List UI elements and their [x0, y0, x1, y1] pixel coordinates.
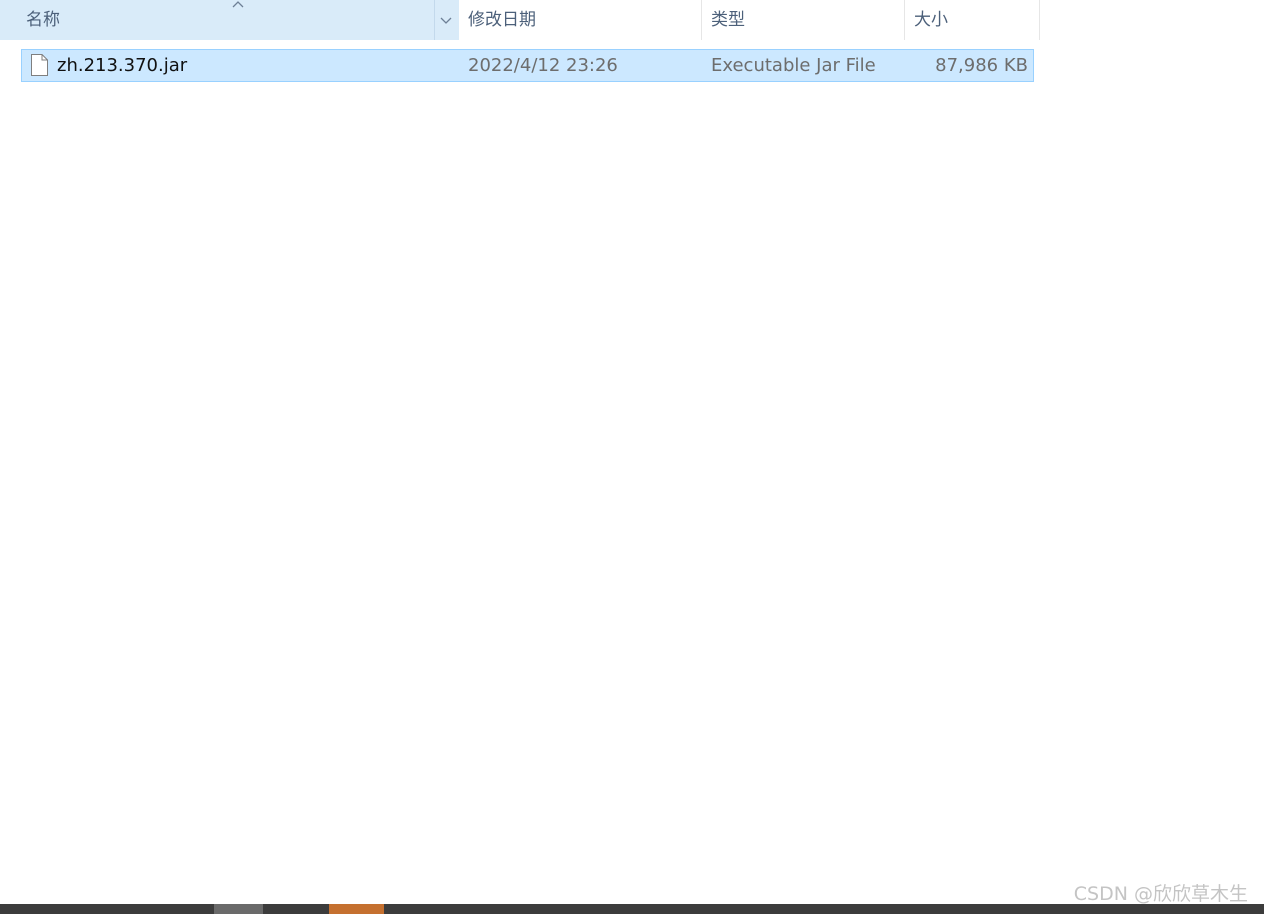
taskbar-button-active[interactable] [329, 904, 384, 914]
file-size: 87,986 KB [935, 55, 1028, 76]
watermark: CSDN @欣欣草木生 [1073, 883, 1248, 905]
blank-file-icon [31, 54, 48, 76]
file-type: Executable Jar File [711, 55, 876, 76]
column-header-date-label: 修改日期 [468, 10, 536, 30]
column-header-name-label: 名称 [26, 10, 60, 30]
column-header-size[interactable]: 大小 [905, 0, 1040, 40]
column-header-type-label: 类型 [711, 10, 745, 30]
chevron-down-icon [440, 17, 452, 24]
file-name: zh.213.370.jar [57, 55, 188, 76]
column-header: 名称 修改日期 类型 大小 [0, 0, 1040, 40]
column-header-name[interactable]: 名称 [0, 0, 459, 40]
file-row-selected[interactable]: zh.213.370.jar 2022/4/12 23:26 Executabl… [21, 49, 1034, 82]
taskbar [0, 904, 1264, 914]
column-header-size-label: 大小 [914, 10, 948, 30]
file-modified-date: 2022/4/12 23:26 [468, 55, 618, 76]
column-header-type[interactable]: 类型 [702, 0, 905, 40]
taskbar-button[interactable] [214, 904, 263, 914]
column-filter-dropdown[interactable] [434, 0, 459, 40]
column-header-date[interactable]: 修改日期 [459, 0, 702, 40]
sort-ascending-icon [232, 1, 244, 8]
